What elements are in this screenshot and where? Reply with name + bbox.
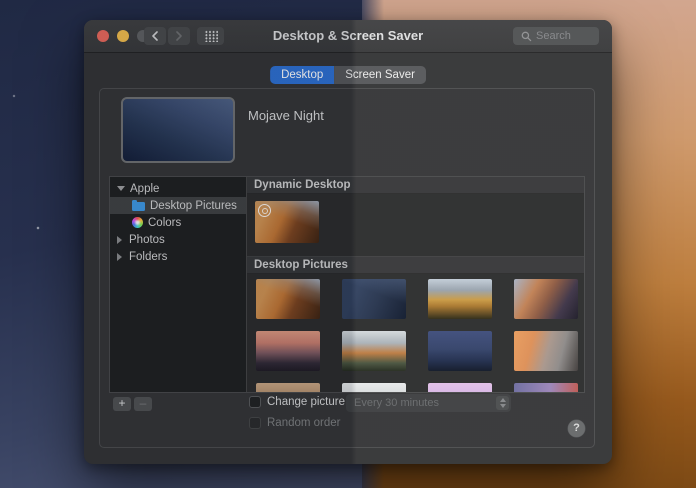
interval-value: Every 30 minutes bbox=[354, 397, 439, 409]
sidebar-item-folders[interactable]: Folders bbox=[110, 248, 246, 265]
tab-bar: Desktop Screen Saver bbox=[270, 66, 426, 84]
grid-icon bbox=[203, 30, 218, 42]
current-wallpaper-preview bbox=[121, 97, 235, 163]
sidebar-item-desktop-pictures[interactable]: Desktop Pictures bbox=[110, 197, 246, 214]
chevron-up-icon bbox=[499, 398, 506, 403]
wallpaper-thumb[interactable] bbox=[428, 383, 492, 392]
disclosure-open-icon[interactable] bbox=[117, 186, 125, 191]
sidebar-item-colors[interactable]: Colors bbox=[110, 214, 246, 231]
random-order-row: Random order bbox=[249, 417, 341, 429]
wallpaper-thumb[interactable] bbox=[256, 383, 320, 392]
window-controls bbox=[97, 30, 149, 42]
search-icon bbox=[521, 31, 532, 41]
stepper-icon bbox=[496, 396, 509, 410]
wallpaper-thumb[interactable] bbox=[428, 279, 492, 319]
sidebar-item-photos[interactable]: Photos bbox=[110, 231, 246, 248]
wallpaper-thumb[interactable] bbox=[514, 383, 578, 392]
dynamic-desktop-section bbox=[247, 194, 584, 256]
nav-buttons bbox=[144, 27, 190, 45]
remove-folder-button[interactable]: – bbox=[134, 397, 152, 411]
sidebar-item-apple[interactable]: Apple bbox=[110, 180, 246, 197]
change-picture-checkbox[interactable] bbox=[249, 396, 261, 408]
screen: Desktop & Screen Saver Search Desktop Sc… bbox=[0, 0, 696, 488]
wallpaper-thumb[interactable] bbox=[342, 279, 406, 319]
desktop-pane: Mojave Night Apple Desktop Pictures Colo… bbox=[99, 88, 595, 448]
wallpaper-thumb[interactable] bbox=[256, 279, 320, 319]
sidebar-item-label: Colors bbox=[148, 216, 182, 229]
help-button[interactable]: ? bbox=[568, 420, 585, 437]
titlebar[interactable]: Desktop & Screen Saver Search bbox=[84, 20, 612, 53]
add-folder-button[interactable]: + bbox=[113, 397, 131, 411]
picture-grid-pane: Dynamic Desktop Desktop Pictures bbox=[247, 177, 584, 392]
system-preferences-window: Desktop & Screen Saver Search Desktop Sc… bbox=[84, 20, 612, 464]
tab-screen-saver[interactable]: Screen Saver bbox=[334, 66, 426, 84]
sidebar-item-label: Folders bbox=[129, 250, 168, 263]
wallpaper-thumb-mojave-dynamic[interactable] bbox=[255, 201, 319, 243]
sidebar-item-label: Desktop Pictures bbox=[150, 199, 237, 212]
wallpaper-thumb[interactable] bbox=[514, 279, 578, 319]
section-header-dynamic: Dynamic Desktop bbox=[247, 177, 584, 194]
random-order-checkbox[interactable] bbox=[249, 417, 261, 429]
wallpaper-thumb[interactable] bbox=[256, 331, 320, 371]
wallpaper-thumb[interactable] bbox=[342, 331, 406, 371]
wallpaper-thumb[interactable] bbox=[342, 383, 406, 392]
search-placeholder: Search bbox=[536, 30, 571, 42]
wallpaper-thumb[interactable] bbox=[428, 331, 492, 371]
tab-desktop[interactable]: Desktop bbox=[270, 66, 335, 84]
chevron-left-icon bbox=[152, 31, 158, 41]
disclosure-closed-icon[interactable] bbox=[117, 235, 122, 244]
source-list: Apple Desktop Pictures Colors Photos Fol… bbox=[110, 177, 247, 392]
sidebar-item-label: Photos bbox=[129, 233, 165, 246]
close-button[interactable] bbox=[97, 30, 109, 42]
folder-icon bbox=[132, 199, 145, 211]
wallpaper-browser: Apple Desktop Pictures Colors Photos Fol… bbox=[109, 176, 585, 393]
chevron-down-icon bbox=[499, 403, 506, 408]
dynamic-desktop-badge-icon bbox=[258, 204, 271, 217]
disclosure-closed-icon[interactable] bbox=[117, 252, 122, 261]
wallpaper-thumb[interactable] bbox=[514, 331, 578, 371]
add-remove-group: + – bbox=[113, 397, 152, 411]
desktop-pictures-grid bbox=[247, 274, 584, 392]
sidebar-item-label: Apple bbox=[130, 182, 160, 195]
random-order-label: Random order bbox=[267, 417, 341, 429]
interval-dropdown[interactable]: Every 30 minutes bbox=[346, 394, 511, 412]
minimize-button[interactable] bbox=[117, 30, 129, 42]
current-wallpaper-name: Mojave Night bbox=[248, 108, 324, 123]
change-picture-row: Change picture: bbox=[249, 396, 348, 408]
forward-button[interactable] bbox=[168, 27, 190, 45]
show-all-button[interactable] bbox=[197, 27, 224, 45]
back-button[interactable] bbox=[144, 27, 166, 45]
chevron-right-icon bbox=[176, 31, 182, 41]
search-input[interactable]: Search bbox=[513, 27, 599, 45]
section-header-pictures: Desktop Pictures bbox=[247, 256, 584, 274]
color-wheel-icon bbox=[132, 217, 143, 228]
change-picture-label: Change picture: bbox=[267, 396, 349, 408]
